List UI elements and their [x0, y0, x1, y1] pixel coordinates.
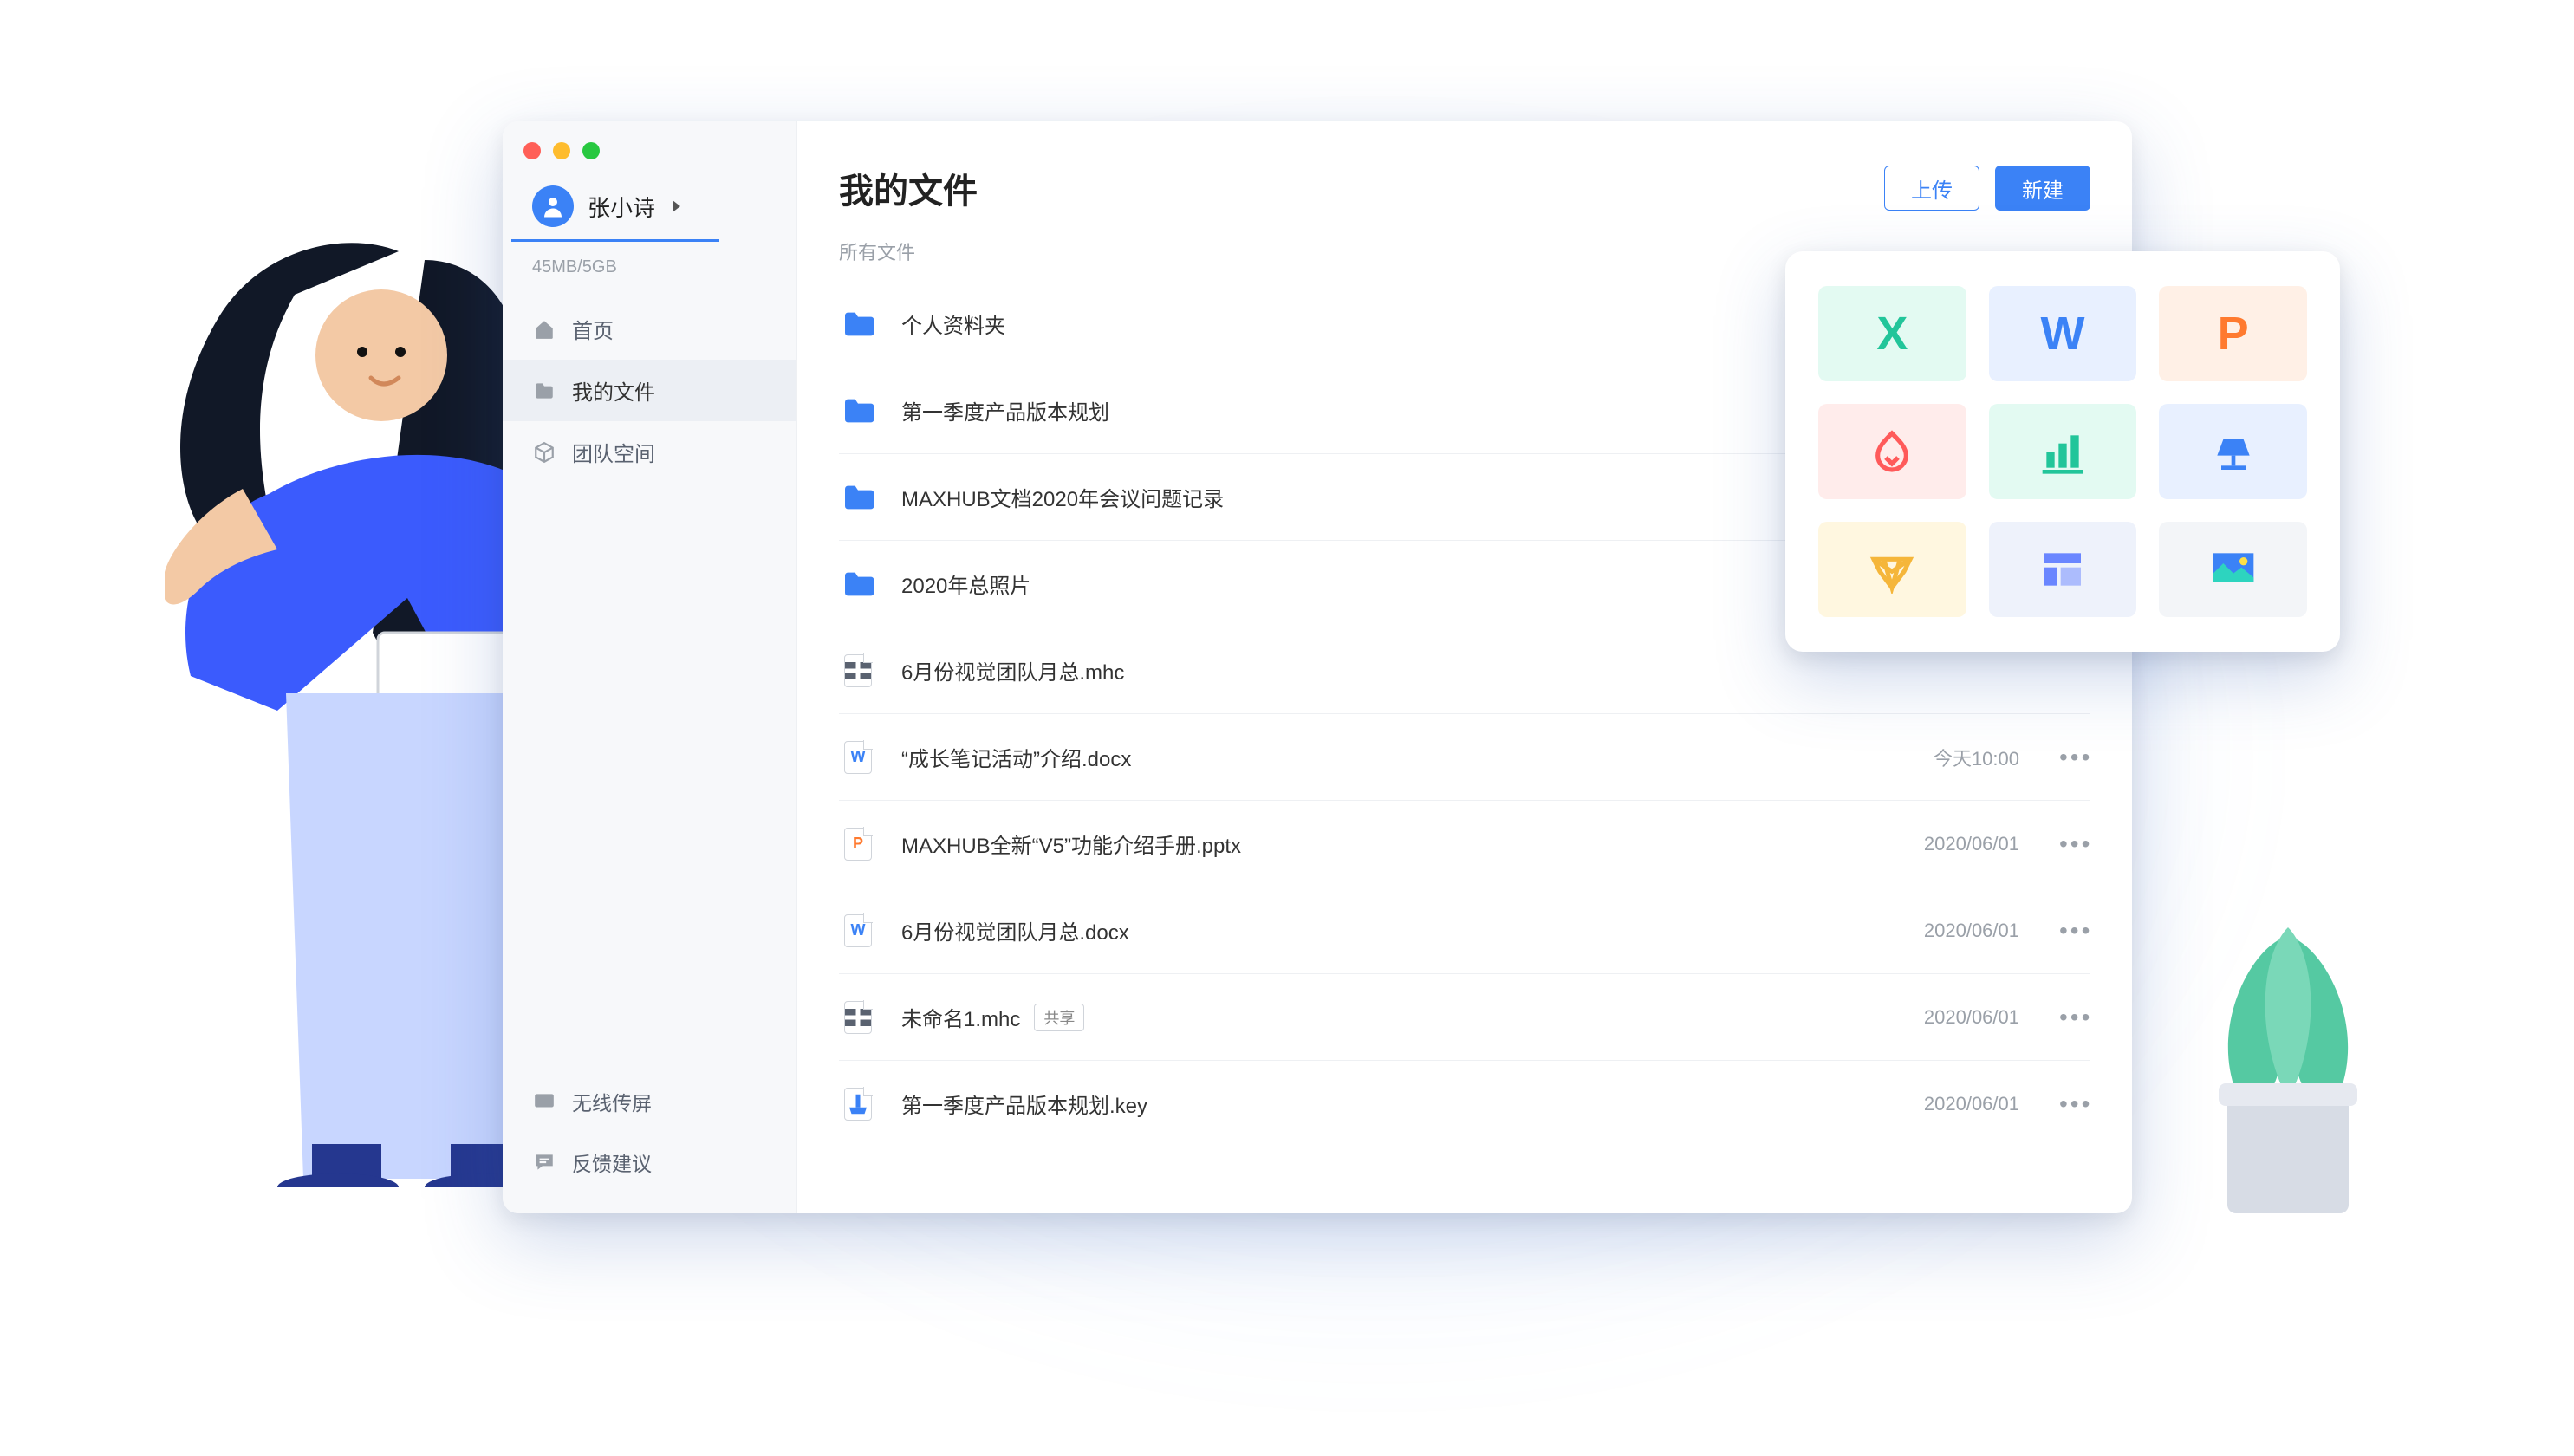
tile-letter: P [2218, 307, 2249, 361]
chart-icon [2038, 427, 2087, 476]
window-close-icon[interactable] [523, 142, 541, 159]
avatar [532, 185, 574, 227]
image-icon [2209, 545, 2258, 594]
create-tile-design[interactable] [1818, 522, 1966, 617]
create-button[interactable]: 新建 [1995, 166, 2090, 211]
more-icon[interactable]: ••• [2059, 744, 2090, 771]
ppt-file-icon: P [844, 828, 872, 861]
layout-icon [2038, 545, 2087, 594]
illustration-person [165, 182, 529, 1187]
header-actions: 上传 新建 [1884, 166, 2090, 211]
file-name: 6月份视觉团队月总.docx [901, 915, 1129, 946]
folder-icon [839, 392, 877, 430]
cast-icon [532, 1089, 556, 1114]
create-tile-ppt[interactable]: P [2159, 286, 2307, 381]
create-tile-word[interactable]: W [1989, 286, 2137, 381]
file-name: MAXHUB文档2020年会议问题记录 [901, 482, 1224, 512]
window-maximize-icon[interactable] [582, 142, 600, 159]
more-icon[interactable]: ••• [2059, 917, 2090, 945]
sidebar-item-label: 我的文件 [572, 375, 655, 406]
file-name: “成长笔记活动”介绍.docx [901, 742, 1131, 772]
window-minimize-icon[interactable] [553, 142, 570, 159]
present-icon [2209, 427, 2258, 476]
sidebar-bottom: 无线传屏 反馈建议 [503, 1071, 796, 1193]
file-row[interactable]: W 6月份视觉团队月总.docx 2020/06/01 ••• [839, 887, 2090, 974]
create-tile-excel[interactable]: X [1818, 286, 1966, 381]
file-name: 第一季度产品版本规划 [901, 395, 1109, 426]
user-menu[interactable]: 张小诗 [511, 175, 719, 242]
file-name: 未命名1.mhc [901, 1002, 1020, 1032]
design-icon [1868, 545, 1916, 594]
file-name: 个人资料夹 [901, 309, 1005, 339]
file-date: 2020/06/01 [1872, 1006, 2019, 1029]
create-tile-pdf[interactable] [1818, 404, 1966, 499]
storage-usage: 45MB/5GB [503, 242, 796, 293]
more-icon[interactable]: ••• [2059, 1004, 2090, 1031]
illustration-plant [2175, 919, 2401, 1231]
sidebar-item-team-space[interactable]: 团队空间 [503, 421, 796, 483]
sidebar-nav: 首页 我的文件 团队空间 [503, 298, 796, 483]
file-row[interactable]: 未命名1.mhc 共享 2020/06/01 ••• [839, 974, 2090, 1061]
file-row[interactable]: W “成长笔记活动”介绍.docx 今天10:00 ••• [839, 714, 2090, 801]
tile-letter: W [2041, 307, 2085, 361]
shared-tag: 共享 [1034, 1004, 1084, 1031]
sidebar-item-label: 无线传屏 [572, 1087, 652, 1116]
sidebar-item-cast[interactable]: 无线传屏 [503, 1071, 796, 1132]
page-title: 我的文件 [839, 163, 978, 213]
tile-letter: X [1876, 307, 1908, 361]
mhc-file-icon [844, 654, 872, 687]
more-icon[interactable]: ••• [2059, 1090, 2090, 1118]
sidebar-item-my-files[interactable]: 我的文件 [503, 360, 796, 421]
folder-icon [532, 379, 556, 403]
main-header: 我的文件 上传 新建 [839, 163, 2090, 213]
upload-button[interactable]: 上传 [1884, 166, 1979, 211]
sidebar-item-label: 反馈建议 [572, 1147, 652, 1177]
sidebar: 张小诗 45MB/5GB 首页 我的文件 团队空间 [503, 121, 797, 1213]
folder-icon [839, 305, 877, 343]
sidebar-item-label: 团队空间 [572, 437, 655, 467]
create-tile-image[interactable] [2159, 522, 2307, 617]
folder-icon [839, 565, 877, 603]
file-date: 今天10:00 [1872, 744, 2019, 771]
feedback-icon [532, 1150, 556, 1174]
home-icon [532, 317, 556, 341]
file-name: 第一季度产品版本规划.key [901, 1089, 1147, 1119]
pdf-icon [1868, 427, 1916, 476]
word-file-icon: W [844, 741, 872, 774]
window-controls [503, 135, 796, 175]
user-name: 张小诗 [588, 191, 655, 223]
file-row[interactable]: 第一季度产品版本规划.key 2020/06/01 ••• [839, 1061, 2090, 1147]
file-name: 6月份视觉团队月总.mhc [901, 655, 1124, 686]
cube-icon [532, 440, 556, 465]
folder-icon [839, 478, 877, 517]
create-tile-present[interactable] [2159, 404, 2307, 499]
keynote-file-icon [844, 1088, 872, 1121]
file-name: 2020年总照片 [901, 569, 1030, 599]
mhc-file-icon [844, 1001, 872, 1034]
sidebar-item-feedback[interactable]: 反馈建议 [503, 1132, 796, 1193]
caret-right-icon [673, 200, 680, 212]
word-file-icon: W [844, 914, 872, 947]
create-tile-layout[interactable] [1989, 522, 2137, 617]
sidebar-item-label: 首页 [572, 314, 614, 344]
file-date: 2020/06/01 [1872, 920, 2019, 942]
sidebar-item-home[interactable]: 首页 [503, 298, 796, 360]
file-date: 2020/06/01 [1872, 833, 2019, 855]
file-row[interactable]: P MAXHUB全新“V5”功能介绍手册.pptx 2020/06/01 ••• [839, 801, 2090, 887]
create-tile-chart[interactable] [1989, 404, 2137, 499]
file-date: 2020/06/01 [1872, 1093, 2019, 1115]
create-type-popover: XWP [1785, 251, 2340, 652]
file-name: MAXHUB全新“V5”功能介绍手册.pptx [901, 829, 1241, 859]
more-icon[interactable]: ••• [2059, 830, 2090, 858]
